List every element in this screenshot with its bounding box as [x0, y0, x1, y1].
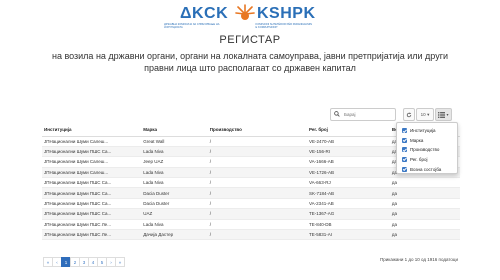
cell-brand: Lada Niva	[141, 146, 208, 158]
cell-institution: ЈПНационални Шуми ПШС Ле...	[42, 219, 142, 231]
column-option-label: Возна состојба	[410, 166, 442, 172]
cell-institution: ЈПНационални Шуми Салеш...	[42, 136, 142, 147]
caret-down-icon: ▾	[427, 111, 430, 117]
cell-drivable: да	[389, 187, 460, 199]
cell-brand: Lada Niva	[141, 167, 208, 179]
cell-brand: Lada Niva	[141, 219, 208, 231]
logo-right: KSHPK KOMISIONI SHTETËROR PËR PARANDALIM…	[255, 5, 316, 30]
cell-brand: UAZ	[141, 208, 208, 220]
logo-right-subtitle: KOMISIONI SHTETËROR PËR PARANDALIMIN E K…	[255, 23, 312, 30]
cell-brand: Дачија Дастер	[141, 229, 208, 241]
cell-reg-number: TE-5831-AI	[307, 229, 390, 241]
last-page-button[interactable]: »	[115, 257, 125, 267]
cell-reg-number: TE-840-DB	[307, 219, 390, 231]
column-option-label: Производство	[410, 147, 440, 153]
cell-production: /	[207, 208, 308, 220]
table-row[interactable]: ЈПНационални Шуми ПШС Ле... Дачија Дастер…	[42, 229, 460, 241]
table-row[interactable]: ЈПНационални Шуми ПШС Са... UAZ / TE-1367-A…	[42, 208, 460, 220]
cell-institution: ЈПНационални Шуми Салеш...	[42, 156, 142, 168]
column-header-institution[interactable]: Институција	[42, 124, 142, 137]
cell-reg-number: TE-1367-AG	[307, 208, 390, 220]
table-row[interactable]: ЈПНационални Шуми ПШС Са... Dacia Duster /…	[42, 198, 460, 210]
column-option-label: Рег. број	[410, 157, 428, 163]
cell-production: /	[207, 167, 308, 179]
cell-institution: ЈПНационални Шуми ПШС Са...	[42, 177, 142, 189]
columns-toggle-button[interactable]: ▾	[435, 108, 452, 121]
cell-reg-number: VE-2470-AB	[307, 136, 390, 147]
header-logo: ΔKCK ДРЖАВНА КОМИСИЈА ЗА СПРЕЧУВАЊЕ НА К…	[0, 4, 500, 32]
cell-reg-number: VA-663-RJ	[307, 177, 390, 189]
cell-reg-number: VE-1726-AB	[307, 167, 390, 179]
checkbox-checked[interactable]	[402, 166, 407, 172]
checkbox-checked[interactable]	[402, 157, 407, 163]
pagination: « ‹ 1 2 3 4 5 › »	[43, 257, 125, 267]
cell-institution: ЈПНационални Шуми ПШС Ле...	[42, 229, 142, 241]
sun-emblem-icon	[235, 4, 255, 20]
cell-reg-number: VE-156-RI	[307, 146, 390, 158]
cell-drivable: да	[389, 219, 460, 231]
caret-down-icon: ▾	[446, 112, 449, 117]
cell-brand: Dacia Duster	[141, 198, 208, 210]
cell-drivable: да	[389, 208, 460, 220]
cell-production: /	[207, 177, 308, 189]
column-option-reg-number[interactable]: Рег. број	[402, 155, 457, 165]
cell-institution: ЈПНационални Шуми ПШС Са...	[42, 187, 142, 199]
cell-production: /	[207, 187, 308, 199]
cell-reg-number: VA-1666-AB	[307, 156, 390, 168]
column-option-institution[interactable]: Институција	[402, 126, 457, 136]
column-option-label: Марка	[410, 137, 424, 143]
cell-production: /	[207, 229, 308, 241]
cell-brand: Dacia Duster	[141, 187, 208, 199]
logo-right-word: KSHPK	[257, 5, 316, 22]
cell-brand: Jeep UAZ	[141, 156, 208, 168]
search-input[interactable]	[344, 112, 388, 117]
cell-institution: ЈПНационални Шуми ПШС Са...	[42, 198, 142, 210]
column-header-reg-number[interactable]: Рег. број	[307, 124, 390, 137]
column-header-production[interactable]: Производство	[207, 124, 308, 137]
checkbox-checked[interactable]	[402, 137, 407, 143]
page-subtitle: на возила на државни органи, органи на л…	[51, 51, 449, 73]
refresh-icon	[406, 111, 412, 117]
page-title: РЕГИСТАР	[219, 34, 281, 46]
refresh-button[interactable]	[403, 108, 415, 121]
cell-production: /	[207, 156, 308, 168]
table-row[interactable]: ЈПНационални Шуми ПШС Са... Lada Niva / VA-…	[42, 177, 460, 189]
column-option-production[interactable]: Производство	[402, 145, 457, 155]
cell-brand: Lada Niva	[141, 177, 208, 189]
cell-institution: ЈПНационални Шуми ПШС Са...	[42, 208, 142, 220]
cell-institution: ЈПНационални Шуми Салеш...	[42, 167, 142, 179]
cell-production: /	[207, 136, 308, 147]
cell-institution: ЈПНационални Шуми ПШС Са...	[42, 146, 142, 158]
checkbox-checked[interactable]	[402, 147, 407, 153]
cell-drivable: да	[389, 229, 460, 241]
checkbox-checked[interactable]	[402, 128, 407, 134]
column-option-drivable[interactable]: Возна состојба	[402, 164, 457, 174]
cell-production: /	[207, 146, 308, 158]
column-header-brand[interactable]: Марка	[141, 124, 208, 137]
search-icon	[334, 110, 340, 119]
cell-brand: Great Wall	[141, 136, 208, 147]
search-field[interactable]	[330, 108, 396, 121]
logo-left-subtitle: ДРЖАВНА КОМИСИЈА ЗА СПРЕЧУВАЊЕ НА КОРУПЦ…	[164, 23, 220, 30]
column-option-brand[interactable]: Марка	[402, 136, 457, 146]
logo-left: ΔKCK ДРЖАВНА КОМИСИЈА ЗА СПРЕЧУВАЊЕ НА К…	[164, 6, 227, 30]
page-size-dropdown[interactable]: 10 ▾	[416, 108, 434, 121]
columns-dropdown-menu: Институција Марка Производство Рег. број…	[396, 122, 458, 174]
cell-reg-number: SK-7184-AB	[307, 187, 390, 199]
list-icon	[438, 111, 446, 118]
page-size-value: 10	[420, 112, 426, 117]
cell-drivable: да	[389, 177, 460, 189]
cell-production: /	[207, 198, 308, 210]
logo-left-word: ΔKCK	[180, 5, 229, 22]
table-row[interactable]: ЈПНационални Шуми ПШС Са... Dacia Duster /…	[42, 187, 460, 199]
cell-drivable: да	[389, 198, 460, 210]
pagination-info: Прикажани 1 до 10 од 1916 податоци	[380, 257, 458, 262]
column-option-label: Институција	[410, 128, 436, 134]
cell-production: /	[207, 219, 308, 231]
table-row[interactable]: ЈПНационални Шуми ПШС Ле... Lada Niva / TE-…	[42, 219, 460, 231]
cell-reg-number: VA-2341-AB	[307, 198, 390, 210]
